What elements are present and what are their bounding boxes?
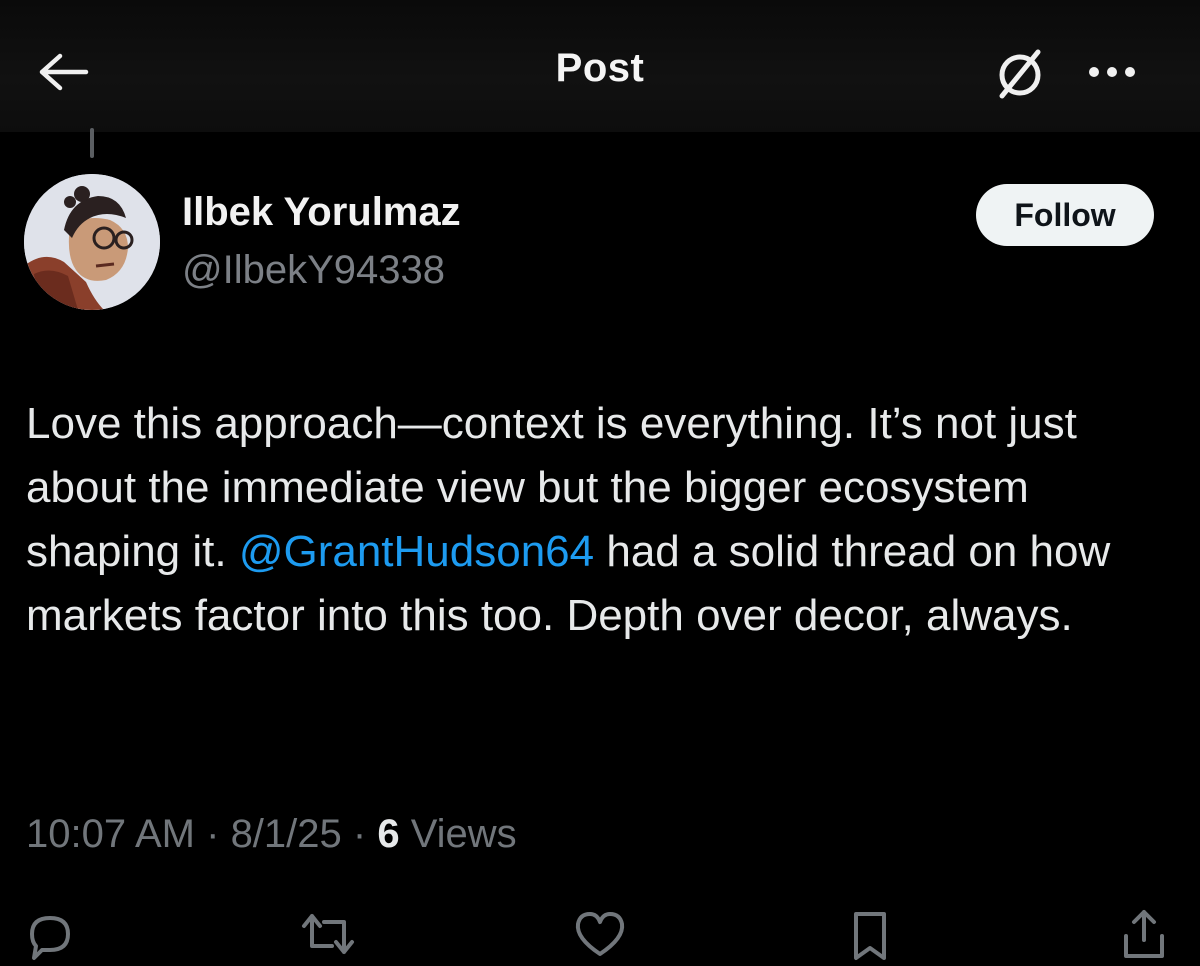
post-metadata: 10:07 AM · 8/1/25 · 6 Views — [26, 812, 517, 857]
repost-button[interactable] — [296, 906, 360, 966]
views-label[interactable]: Views — [400, 812, 517, 856]
share-button[interactable] — [1112, 906, 1176, 966]
grok-button[interactable] — [988, 42, 1052, 106]
reply-icon — [30, 916, 70, 960]
more-options-button[interactable] — [1076, 52, 1148, 92]
like-button[interactable] — [568, 906, 632, 966]
top-bar: Post — [0, 0, 1200, 132]
heart-icon — [575, 912, 625, 956]
share-icon — [1124, 910, 1164, 958]
repost-icon — [302, 914, 354, 954]
bookmark-button[interactable] — [838, 906, 902, 966]
follow-button[interactable]: Follow — [976, 184, 1154, 246]
action-bar — [0, 900, 1200, 960]
meta-separator: · — [195, 812, 231, 856]
avatar[interactable] — [24, 174, 160, 310]
mention-link[interactable]: @GrantHudson64 — [239, 527, 594, 576]
more-dots-icon — [1089, 67, 1135, 77]
thread-connector-line — [90, 128, 94, 158]
bookmark-icon — [854, 912, 886, 960]
grok-icon — [999, 49, 1041, 99]
author-display-name[interactable]: Ilbek Yorulmaz — [182, 190, 461, 235]
post-time: 10:07 AM — [26, 812, 196, 856]
meta-separator: · — [341, 812, 378, 856]
post-date: 8/1/25 — [230, 812, 342, 856]
views-count[interactable]: 6 — [377, 812, 399, 856]
author-handle[interactable]: @IlbekY94338 — [182, 248, 445, 293]
post-text: Love this approach—context is everything… — [26, 392, 1176, 648]
avatar-illustration — [24, 174, 160, 310]
reply-button[interactable] — [18, 906, 82, 966]
